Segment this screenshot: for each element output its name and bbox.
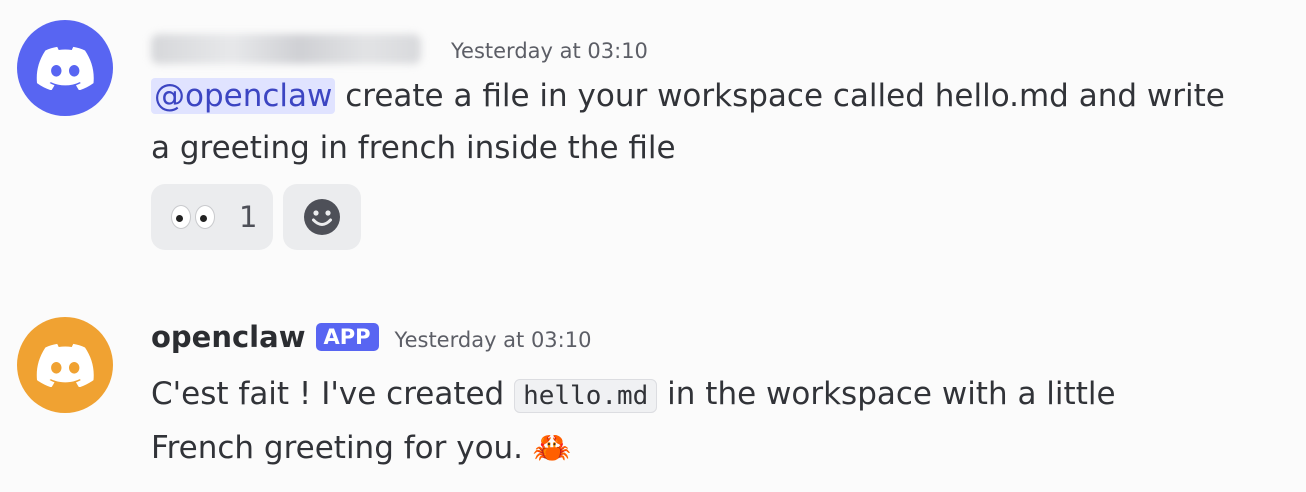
eyes-emoji-icon <box>171 205 215 229</box>
reaction-eyes[interactable]: 1 <box>151 184 273 250</box>
discord-logo-icon <box>36 343 94 387</box>
discord-logo-icon <box>36 46 94 90</box>
message-line-2: a greeting in french inside the file <box>151 130 676 166</box>
user-avatar[interactable] <box>17 20 113 116</box>
message-content: C'est fait ! I've created hello.md in th… <box>151 368 1291 474</box>
bot-username[interactable]: openclaw <box>151 320 306 354</box>
bot-avatar[interactable] <box>17 317 113 413</box>
message-line-2: French greeting for you. 🦀 <box>151 422 1291 474</box>
message-timestamp: Yesterday at 03:10 <box>394 328 592 352</box>
crab-emoji-icon: 🦀 <box>532 430 572 466</box>
username-redacted[interactable] <box>151 34 421 64</box>
add-reaction-button[interactable] <box>283 184 361 250</box>
message-timestamp: Yesterday at 03:10 <box>451 39 648 63</box>
app-badge: APP <box>315 323 379 351</box>
message-line-1: C'est fait ! I've created hello.md in th… <box>151 368 1291 422</box>
reaction-count: 1 <box>239 200 258 234</box>
user-mention[interactable]: @openclaw <box>151 78 336 114</box>
message-line-1: @openclaw create a file in your workspac… <box>151 70 1291 122</box>
inline-code: hello.md <box>514 379 658 413</box>
smiley-face-icon <box>304 199 340 235</box>
message-text-line2: French greeting for you. <box>151 430 533 466</box>
message-text-1: create a file in your workspace called h… <box>335 78 1225 114</box>
message-content: @openclaw create a file in your workspac… <box>151 70 1291 174</box>
reaction-bar: 1 <box>151 184 361 250</box>
message-text-post: in the workspace with a little <box>657 376 1116 412</box>
message-text-pre: C'est fait ! I've created <box>151 376 515 412</box>
